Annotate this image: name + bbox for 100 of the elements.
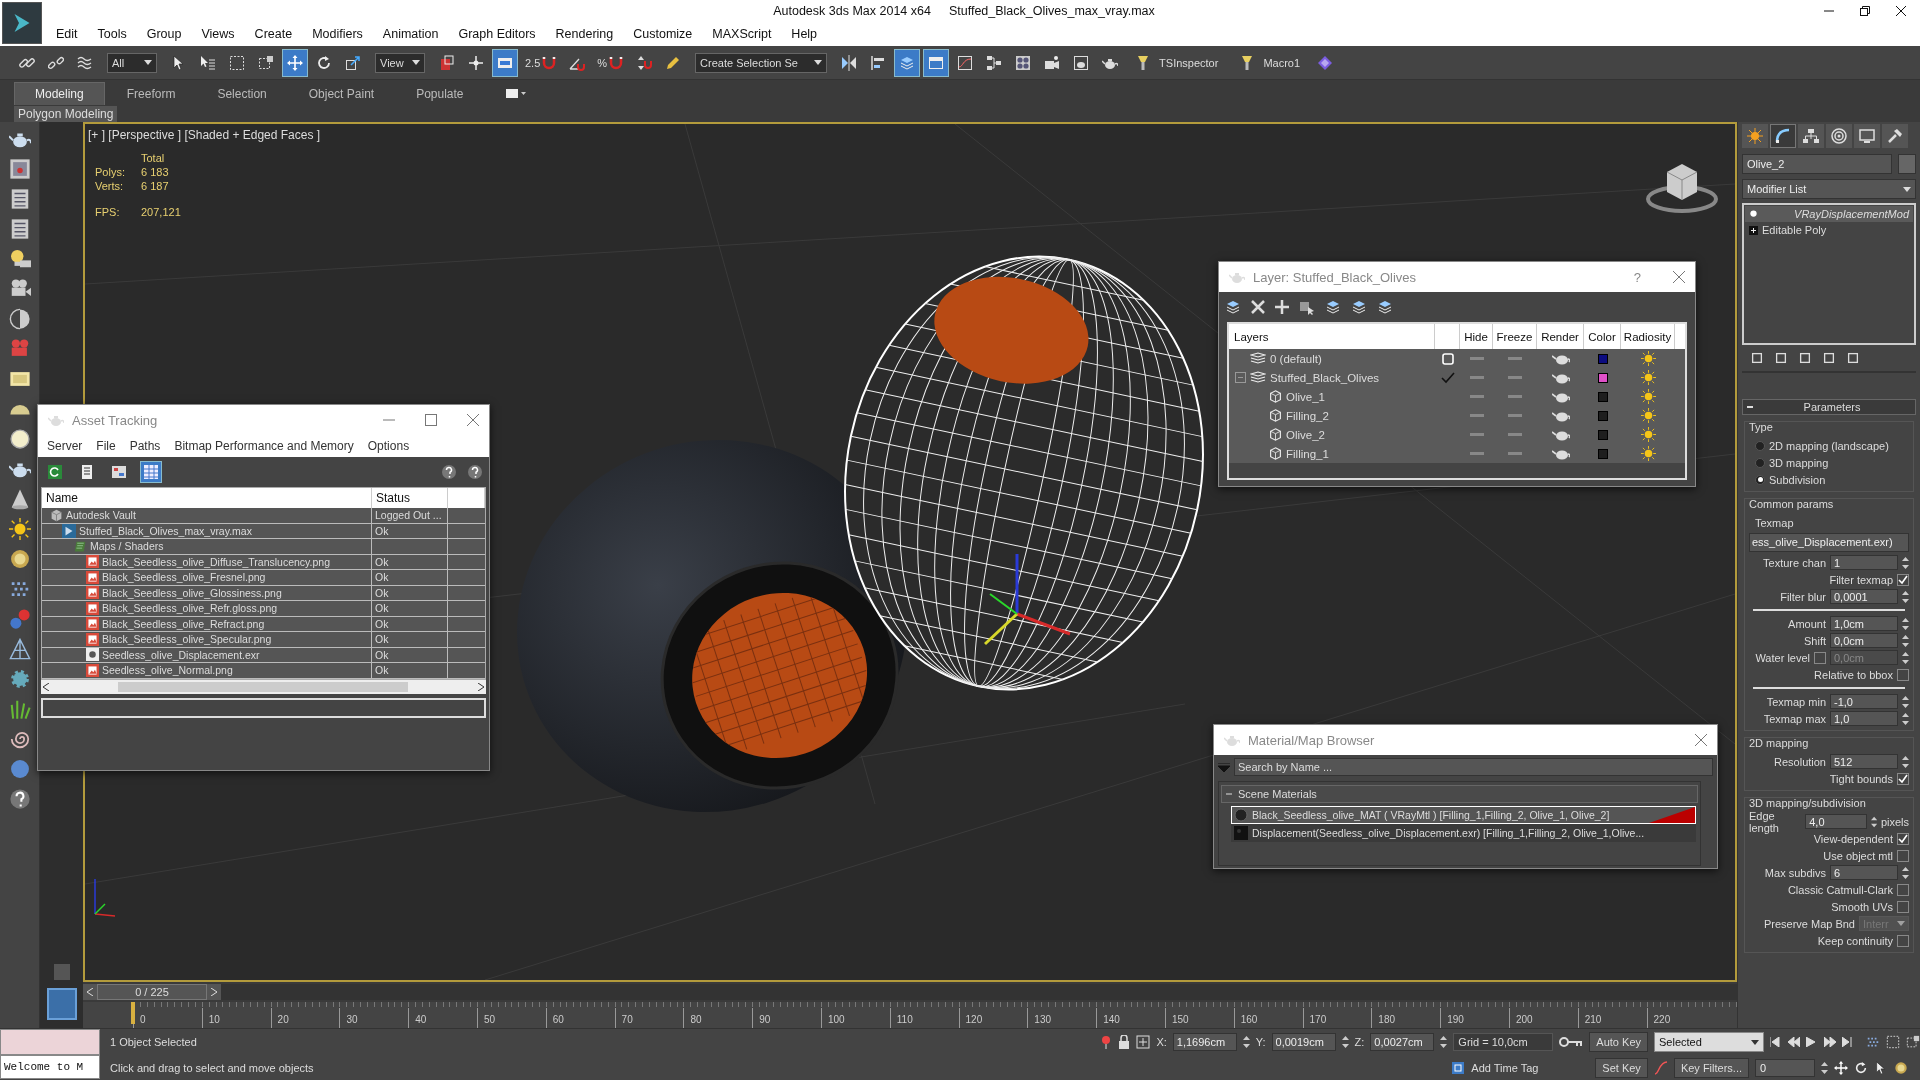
menu-item[interactable]: Modifiers [302, 24, 373, 44]
spinner-field[interactable]: 1,0 [1830, 711, 1898, 726]
field-label: Filter blur [1780, 590, 1826, 603]
layer-item[interactable]: Olive_1 [1286, 390, 1325, 403]
column-header[interactable]: Status [372, 488, 448, 508]
ribbon-tab[interactable]: Populate [396, 83, 484, 105]
menu-item[interactable]: Edit [46, 24, 88, 44]
field-label: Filter texmap [1829, 573, 1893, 586]
layer-item[interactable]: Olive_2 [1286, 428, 1325, 441]
window-title: Autodesk 3ds Max 2014 x64 [773, 4, 931, 18]
dropdown[interactable]: View [375, 52, 425, 73]
menu-item[interactable]: Bitmap Performance and Memory [167, 439, 361, 453]
ribbon-tab[interactable]: Freeform [106, 83, 196, 105]
dropdown[interactable]: Create Selection Se [695, 52, 828, 73]
field-label: Water level [1755, 651, 1810, 664]
coordinate-field[interactable]: 0,0019cm [1271, 1033, 1336, 1051]
tree-item[interactable]: Black_Seedless_olive_Glossiness.png [102, 586, 282, 599]
stack-item[interactable]: VRayDisplacementMod [1745, 206, 1913, 222]
listener-output[interactable]: Welcome to M [0, 1055, 100, 1079]
stat-value: 6 187 [141, 180, 170, 192]
tree-item[interactable]: Seedless_olive_Normal.png [102, 664, 233, 677]
menu-item[interactable]: Group [136, 24, 192, 44]
group-header[interactable]: Scene Materials [1221, 785, 1698, 803]
key-mode-dropdown[interactable]: Selected [1654, 1032, 1764, 1052]
menu-item[interactable]: Tools [87, 24, 137, 44]
layer-item[interactable]: Stuffed_Black_Olives [1270, 371, 1380, 384]
menu-item[interactable]: Rendering [545, 24, 624, 44]
dropdown[interactable]: All [107, 52, 157, 73]
stack-item[interactable]: Editable Poly [1745, 222, 1913, 238]
menu-item[interactable]: Paths [122, 439, 168, 453]
menu-item[interactable]: File [89, 439, 123, 453]
ribbon-tab[interactable]: Modeling [14, 82, 105, 105]
time-slider-thumb[interactable]: 0 / 225 [97, 984, 207, 1000]
status-text: Ok [375, 664, 389, 677]
script-button[interactable]: TSInspector [1126, 48, 1228, 77]
radio-label: 2D mapping (landscape) [1769, 439, 1889, 452]
field-label: Texmap [1755, 516, 1794, 529]
layer-item[interactable]: Filling_2 [1286, 409, 1329, 422]
field-label: Resolution [1774, 755, 1826, 768]
help-button[interactable]: ? [1633, 269, 1641, 285]
prompt-text: Click and drag to select and move objects [110, 1062, 314, 1074]
spinner-field[interactable]: 1 [1830, 555, 1898, 570]
modifier-list-dropdown[interactable]: Modifier List [1742, 179, 1916, 199]
menu-item[interactable]: Create [244, 24, 303, 44]
column-header[interactable]: Name [42, 488, 372, 508]
magnet-button[interactable]: 2.5 [521, 48, 562, 77]
rollout-header[interactable]: Parameters [1742, 399, 1916, 415]
material-item[interactable]: Black_Seedless_olive_MAT ( VRayMtl ) [Filling_1,Filling_2, Olive_1, Olive_2] [1231, 806, 1696, 824]
menu-item[interactable]: Animation [372, 24, 449, 44]
status-text: Ok [375, 586, 389, 599]
menu-item[interactable]: MAXScript [702, 24, 782, 44]
field-label: View-dependent [1813, 832, 1893, 845]
spinner-field[interactable]: -1,0 [1830, 694, 1898, 709]
layer-item[interactable]: 0 (default) [1270, 352, 1322, 365]
field-label: Max subdivs [1764, 866, 1826, 879]
group-title: 3D mapping/subdivision [1749, 797, 1867, 811]
search-field[interactable]: Search by Name ... [1234, 758, 1713, 776]
field-label: Texture chan [1763, 556, 1826, 569]
tree-item[interactable]: Black_Seedless_olive_Diffuse_Translucency.png [102, 555, 331, 568]
menu-item[interactable]: Views [191, 24, 245, 44]
menu-item[interactable]: Customize [623, 24, 703, 44]
spinner-field[interactable]: 512 [1830, 754, 1898, 769]
ribbon-tab[interactable]: Selection [197, 83, 287, 105]
coordinate-field[interactable]: 0,0027cm [1370, 1033, 1435, 1051]
tree-item[interactable]: Maps / Shaders [90, 540, 164, 553]
set-key-button[interactable]: Set Key [1595, 1058, 1648, 1078]
texmap-button[interactable]: ess_olive_Displacement.exr) [1749, 533, 1909, 552]
coordinate-field[interactable]: 1,1696cm [1172, 1033, 1237, 1051]
spinner-field[interactable]: 4,0 [1805, 814, 1867, 829]
spinner-field[interactable]: 6 [1830, 865, 1898, 880]
tree-item[interactable]: Black_Seedless_olive_Fresnel.png [102, 571, 266, 584]
status-text: Ok [375, 571, 389, 584]
ribbon-tab[interactable]: Object Paint [288, 83, 395, 105]
key-filters-button[interactable]: Key Filters... [1673, 1058, 1749, 1078]
field-label: Classic Catmull-Clark [1787, 883, 1893, 896]
status-text: Ok [375, 524, 389, 537]
menu-item[interactable]: Options [360, 439, 417, 453]
time-tag-label[interactable]: Add Time Tag [1471, 1062, 1564, 1074]
tree-item[interactable]: Black_Seedless_olive_Refr.gloss.png [102, 602, 278, 615]
tree-item[interactable]: Black_Seedless_olive_Refract.png [102, 617, 265, 630]
spinner-field[interactable]: 0,0cm [1830, 633, 1898, 648]
menu-item[interactable]: Help [781, 24, 828, 44]
field-label: Keep continuity [1817, 934, 1893, 947]
material-item[interactable]: Displacement(Seedless_olive_Displacement.exr) [Filling_1,Filling_2, Olive_1,Olive... [1231, 824, 1696, 842]
script-button[interactable]: Macro1 [1230, 48, 1310, 77]
current-frame-field[interactable]: 0 [1755, 1059, 1815, 1077]
tree-item[interactable]: Black_Seedless_olive_Specular.png [102, 633, 272, 646]
field-label: Edge length [1749, 809, 1780, 834]
viewport-label[interactable]: [+ ] [Perspective ] [Shaded + Edged Faces ] [88, 128, 321, 142]
spinner-field[interactable]: 0,0001 [1830, 589, 1898, 604]
magnet-button[interactable]: % [593, 48, 629, 77]
unit-label: pixels [1880, 815, 1909, 828]
panel-label[interactable]: Polygon Modeling [14, 105, 118, 122]
auto-key-button[interactable]: Auto Key [1589, 1032, 1648, 1052]
spinner-field[interactable]: 1,0cm [1830, 616, 1898, 631]
menu-item[interactable]: Graph Editors [448, 24, 546, 44]
object-name-field[interactable]: Olive_2 [1742, 154, 1892, 174]
tree-item[interactable]: Seedless_olive_Displacement.exr [102, 648, 260, 661]
layer-item[interactable]: Filling_1 [1286, 447, 1329, 460]
field-label: Preserve Map Bnd [1763, 917, 1855, 930]
